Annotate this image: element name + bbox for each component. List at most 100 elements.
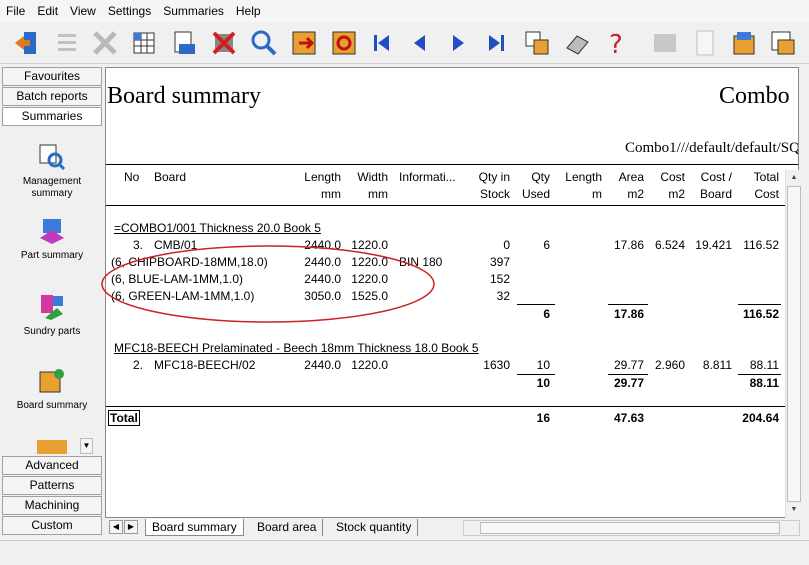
import-icon[interactable] [327, 25, 361, 61]
last-page-icon[interactable] [479, 25, 513, 61]
header-width-unit: mm [368, 187, 388, 201]
subtotal-area: 29.77 [613, 376, 644, 390]
report-icon[interactable] [727, 25, 761, 61]
sidebar-item-part-summary[interactable]: Part summary [4, 216, 100, 262]
subtotal-used: 10 [536, 376, 550, 390]
row-area: 29.77 [613, 358, 644, 372]
horizontal-scrollbar[interactable] [463, 520, 800, 536]
report-view: Board summary Combo Combo1///default/def… [105, 67, 799, 518]
subtotal-rule [608, 374, 648, 375]
sidebar-tab-advanced[interactable]: Advanced [2, 456, 102, 475]
header-length: Length [304, 170, 341, 184]
subtotal-rule [738, 304, 781, 305]
row-cost-board: 8.811 [702, 358, 732, 372]
tab-stock-quantity[interactable]: Stock quantity [330, 519, 419, 536]
horizontal-scroll-thumb[interactable] [480, 522, 780, 534]
header-total-cost-2: Cost [754, 187, 779, 201]
row-width: 1220.0 [351, 272, 388, 286]
row-width: 1220.0 [351, 238, 388, 252]
sidebar-tab-patterns[interactable]: Patterns [2, 476, 102, 495]
header-length-m: Length [565, 170, 602, 184]
help-icon[interactable]: ? [598, 25, 632, 61]
toolbar: ? [0, 22, 809, 64]
header-no: No [124, 170, 140, 184]
previous-page-icon[interactable] [403, 25, 437, 61]
export-icon[interactable] [287, 25, 321, 61]
header-board: Board [154, 170, 187, 184]
row-stock: 1630 [483, 358, 510, 372]
menu-summaries[interactable]: Summaries [157, 0, 230, 22]
row-used: 6 [543, 238, 550, 252]
menu-edit[interactable]: Edit [31, 0, 64, 22]
next-page-icon[interactable] [441, 25, 475, 61]
row-total: 116.52 [743, 238, 779, 252]
list-icon[interactable] [50, 25, 84, 61]
sidebar-tab-favourites[interactable]: Favourites [2, 67, 102, 86]
first-page-icon[interactable] [365, 25, 399, 61]
management-summary-icon [39, 144, 66, 171]
tab-board-summary[interactable]: Board summary [145, 519, 244, 536]
row-cost-board: 19.421 [695, 238, 732, 252]
status-bar [0, 540, 809, 565]
header-length-unit: mm [321, 187, 341, 201]
sidebar-item-management-summary[interactable]: Management summary [4, 142, 100, 200]
subtotal-cost: 116.52 [742, 307, 779, 321]
row-no: 3. [133, 238, 144, 252]
header-top-rule [106, 164, 798, 165]
print-icon[interactable] [167, 25, 201, 61]
sidebar-tab-batch-reports[interactable]: Batch reports [2, 87, 102, 106]
total-label[interactable]: Total [108, 410, 140, 426]
subtotal-rule [517, 374, 555, 375]
tab-board-area[interactable]: Board area [251, 519, 324, 536]
total-used: 16 [536, 411, 550, 425]
row-width: 1220.0 [351, 255, 388, 269]
total-area: 47.63 [613, 411, 644, 425]
sidebar-tab-custom[interactable]: Custom [2, 516, 102, 535]
delete-icon[interactable] [207, 25, 241, 61]
row-cost: 6.524 [654, 238, 685, 252]
batch-icon[interactable] [766, 25, 800, 61]
header-cost-board: Cost / [700, 170, 732, 184]
header-area-2: m2 [627, 187, 644, 201]
tools-icon[interactable] [88, 25, 122, 61]
sidebar-tab-summaries[interactable]: Summaries [2, 107, 102, 126]
subtotal-rule [517, 304, 555, 305]
menu-file[interactable]: File [0, 0, 31, 22]
row-board: CMB/01 [154, 238, 198, 252]
layout-icon[interactable] [520, 25, 554, 61]
header-qty-stock: Qty in [478, 170, 510, 184]
grid-icon[interactable] [127, 25, 161, 61]
menu-view[interactable]: View [64, 0, 102, 22]
scroll-thumb[interactable] [787, 186, 801, 502]
scroll-down-icon[interactable]: ▼ [787, 503, 801, 517]
sidebar-tab-machining[interactable]: Machining [2, 496, 102, 515]
sidebar-item-sundry-parts[interactable]: Sundry parts [4, 292, 100, 338]
report-title: Board summary [107, 83, 261, 109]
header-bottom-rule [106, 205, 798, 206]
row-area: 17.86 [613, 238, 644, 252]
menu-help[interactable]: Help [230, 0, 267, 22]
subtotal-used: 6 [543, 307, 550, 321]
report-title-right: Combo [719, 83, 790, 109]
tab-scroll-left-icon[interactable]: ◀ [109, 520, 123, 534]
vertical-scrollbar[interactable]: ▲ ▼ [785, 170, 801, 518]
row-length: 3050.0 [304, 289, 341, 303]
chevron-down-icon[interactable]: ▼ [80, 438, 93, 454]
document-icon[interactable] [688, 25, 722, 61]
subtotal-cost: 88.11 [749, 376, 779, 390]
search-icon[interactable] [247, 25, 281, 61]
sidebar-item-board-summary[interactable]: Board summary [4, 366, 100, 412]
header-cost-m2-2: m2 [668, 187, 685, 201]
tab-scroll-right-icon[interactable]: ▶ [124, 520, 138, 534]
part-summary-label: Part summary [20, 250, 84, 261]
eraser-icon[interactable] [560, 25, 594, 61]
exit-icon[interactable] [10, 25, 44, 61]
group-header: =COMBO1/001 Thickness 20.0 Book 5 [114, 221, 321, 235]
scroll-up-icon[interactable]: ▲ [787, 171, 801, 185]
row-board: (6, BLUE-LAM-1MM,1.0) [111, 272, 244, 286]
menu-settings[interactable]: Settings [102, 0, 157, 22]
settings-icon[interactable] [648, 25, 682, 61]
row-length: 2440.0 [304, 255, 341, 269]
header-qty-used-2: Used [521, 187, 550, 201]
report-path: Combo1///default/default/SQ [625, 140, 799, 156]
